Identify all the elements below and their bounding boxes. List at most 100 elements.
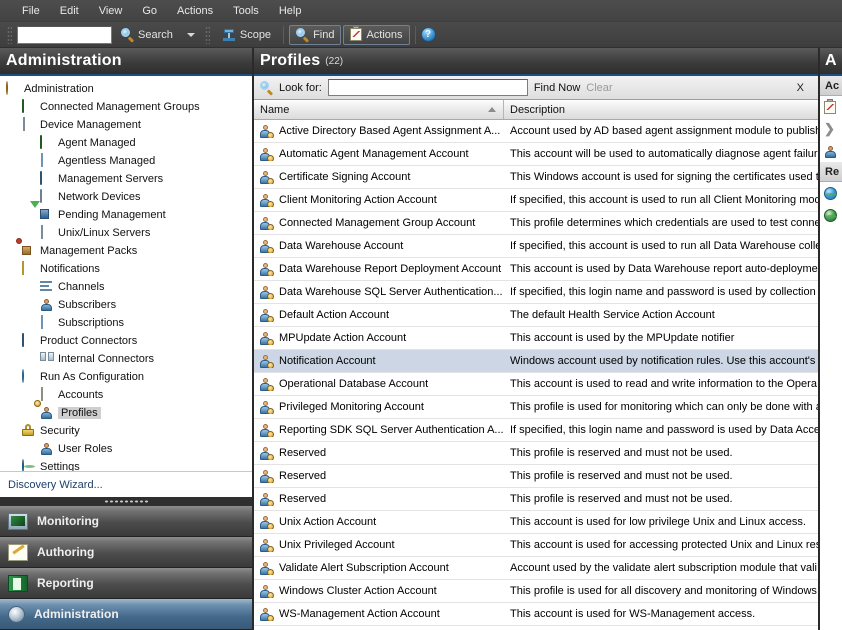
table-row[interactable]: Data Warehouse Account If specified, this… bbox=[254, 235, 818, 258]
table-row[interactable]: Notification Account Windows account used… bbox=[254, 350, 818, 373]
actions-pane-filler bbox=[820, 226, 842, 630]
search-button[interactable]: Search bbox=[114, 25, 180, 45]
sidebar-item-agent-managed[interactable]: Agent Managed bbox=[0, 134, 252, 152]
profile-name-text: Unix Action Account bbox=[279, 516, 377, 528]
table-row[interactable]: Reserved This profile is reserved and mus… bbox=[254, 465, 818, 488]
column-header-description[interactable]: Description bbox=[504, 100, 818, 119]
resources-item-1[interactable] bbox=[820, 204, 842, 226]
profile-name-cell: Automatic Agent Management Account bbox=[254, 147, 504, 161]
sidebar-item-unix-linux-servers[interactable]: Unix/Linux Servers bbox=[0, 224, 252, 242]
table-row[interactable]: Validate Alert Subscription Account Accou… bbox=[254, 557, 818, 580]
run-as-profile-icon bbox=[260, 193, 274, 207]
sidebar-item-notifications[interactable]: Notifications bbox=[0, 260, 252, 278]
table-row[interactable]: Operational Database Account This account… bbox=[254, 373, 818, 396]
sidebar-item-subscribers[interactable]: Subscribers bbox=[0, 296, 252, 314]
table-row[interactable]: Reporting SDK SQL Server Authentication … bbox=[254, 419, 818, 442]
find-now-button[interactable]: Find Now bbox=[534, 82, 580, 94]
profile-description-cell: This account is used for WS-Management a… bbox=[510, 608, 756, 620]
table-row[interactable]: Active Directory Based Agent Assignment … bbox=[254, 120, 818, 143]
actions-item-2[interactable] bbox=[820, 140, 842, 162]
table-row[interactable]: Reserved This profile is reserved and mus… bbox=[254, 488, 818, 511]
scope-button[interactable]: Scope bbox=[215, 25, 278, 45]
profile-description-cell: If specified, this login name and passwo… bbox=[510, 424, 818, 436]
sidebar-item-channels[interactable]: Channels bbox=[0, 278, 252, 296]
look-for-input[interactable] bbox=[327, 79, 528, 96]
run-as-profile-icon bbox=[260, 538, 274, 552]
menu-file[interactable]: File bbox=[12, 2, 50, 20]
menu-go[interactable]: Go bbox=[132, 2, 167, 20]
menu-view[interactable]: View bbox=[89, 2, 133, 20]
table-row[interactable]: MPUpdate Action Account This account is u… bbox=[254, 327, 818, 350]
sidebar-item-product-connectors[interactable]: Product Connectors bbox=[0, 332, 252, 350]
column-header-name[interactable]: Name bbox=[254, 100, 504, 119]
workspace-button-reporting[interactable]: Reporting bbox=[0, 568, 252, 599]
workspace-button-authoring[interactable]: Authoring bbox=[0, 537, 252, 568]
profile-name-cell: Unix Action Account bbox=[254, 515, 504, 529]
table-row[interactable]: Client Monitoring Action Account If speci… bbox=[254, 189, 818, 212]
sidebar-item-security[interactable]: Security bbox=[0, 422, 252, 440]
sidebar-item-user-roles[interactable]: User Roles bbox=[0, 440, 252, 458]
toolbar-grip-2[interactable] bbox=[204, 25, 210, 44]
table-row[interactable]: Windows Cluster Action Account This profi… bbox=[254, 580, 818, 603]
sidebar-item-run-as-configuration[interactable]: Run As Configuration bbox=[0, 368, 252, 386]
actions-button[interactable]: Actions bbox=[343, 24, 410, 45]
monitoring-icon bbox=[8, 512, 28, 530]
sidebar-item-device-management[interactable]: Device Management bbox=[0, 116, 252, 134]
pane-splitter[interactable] bbox=[0, 497, 252, 506]
table-row[interactable]: Connected Management Group Account This p… bbox=[254, 212, 818, 235]
sidebar-item-internal-connectors[interactable]: Internal Connectors bbox=[0, 350, 252, 368]
table-row[interactable]: Data Warehouse Report Deployment Account… bbox=[254, 258, 818, 281]
table-row[interactable]: Certificate Signing Account This Windows … bbox=[254, 166, 818, 189]
column-header-description-label: Description bbox=[510, 103, 566, 116]
search-dropdown-caret-icon[interactable] bbox=[186, 32, 195, 37]
close-look-for-button[interactable]: X bbox=[789, 82, 812, 94]
profile-description-cell: This account is used to read and write i… bbox=[510, 378, 817, 390]
sidebar-item-management-packs[interactable]: Management Packs bbox=[0, 238, 252, 260]
table-row[interactable]: WS-Management Action Account This account… bbox=[254, 603, 818, 626]
security-lock-icon bbox=[22, 424, 36, 438]
toolbar-separator bbox=[283, 25, 285, 44]
navigation-tree[interactable]: Administration Connected Management Group… bbox=[0, 76, 252, 471]
profile-name-text: Automatic Agent Management Account bbox=[279, 148, 469, 160]
menu-help[interactable]: Help bbox=[269, 2, 312, 20]
search-input[interactable] bbox=[17, 25, 112, 44]
clear-button[interactable]: Clear bbox=[586, 82, 612, 94]
sidebar-item-subscriptions[interactable]: Subscriptions bbox=[0, 314, 252, 332]
actions-item-0[interactable] bbox=[820, 96, 842, 118]
profile-description-cell: This account will be used to automatical… bbox=[510, 148, 818, 160]
sidebar-item-management-servers[interactable]: Management Servers bbox=[0, 170, 252, 188]
workspace-button-administration[interactable]: Administration bbox=[0, 599, 252, 630]
profile-name-cell: Certificate Signing Account bbox=[254, 170, 504, 184]
menu-edit[interactable]: Edit bbox=[50, 2, 89, 20]
sidebar-item-connected-management-groups[interactable]: Connected Management Groups bbox=[0, 98, 252, 116]
table-row[interactable]: Default Action Account The default Health… bbox=[254, 304, 818, 327]
column-header-name-label: Name bbox=[260, 103, 290, 116]
help-icon[interactable]: ? bbox=[420, 27, 436, 42]
profile-name-text: Reserved bbox=[279, 447, 327, 459]
table-row[interactable]: Data Warehouse SQL Server Authentication… bbox=[254, 281, 818, 304]
resources-item-0[interactable] bbox=[820, 182, 842, 204]
table-row[interactable]: Reserved This profile is reserved and mus… bbox=[254, 442, 818, 465]
sidebar-item-label: Product Connectors bbox=[40, 335, 138, 347]
menu-actions[interactable]: Actions bbox=[167, 2, 223, 20]
profiles-grid[interactable]: Active Directory Based Agent Assignment … bbox=[254, 120, 818, 630]
table-row[interactable]: Unix Action Account This account is used … bbox=[254, 511, 818, 534]
workspace-button-monitoring[interactable]: Monitoring bbox=[0, 506, 252, 537]
sidebar-item-label: Internal Connectors bbox=[58, 353, 154, 365]
sidebar-item-pending-management[interactable]: Pending Management bbox=[0, 201, 252, 224]
find-button[interactable]: Find bbox=[289, 24, 342, 45]
sidebar-item-profiles[interactable]: Profiles bbox=[0, 400, 252, 422]
sidebar-item-agentless-managed[interactable]: Agentless Managed bbox=[0, 152, 252, 170]
menu-tools[interactable]: Tools bbox=[223, 2, 269, 20]
table-row[interactable]: Privileged Monitoring Account This profil… bbox=[254, 396, 818, 419]
profile-name-text: Privileged Monitoring Account bbox=[279, 401, 424, 413]
table-row[interactable]: Automatic Agent Management Account This a… bbox=[254, 143, 818, 166]
toolbar-grip[interactable] bbox=[7, 25, 12, 44]
sidebar-item-administration[interactable]: Administration bbox=[0, 80, 252, 98]
table-row[interactable]: Unix Privileged Account This account is u… bbox=[254, 534, 818, 557]
profile-name-text: Reporting SDK SQL Server Authentication … bbox=[279, 424, 504, 436]
grid-header: Name Description bbox=[254, 100, 818, 120]
sidebar-item-settings[interactable]: Settings bbox=[0, 458, 252, 471]
discovery-wizard-link[interactable]: Discovery Wizard... bbox=[0, 471, 252, 497]
actions-item-1[interactable]: ❯ bbox=[820, 118, 842, 140]
